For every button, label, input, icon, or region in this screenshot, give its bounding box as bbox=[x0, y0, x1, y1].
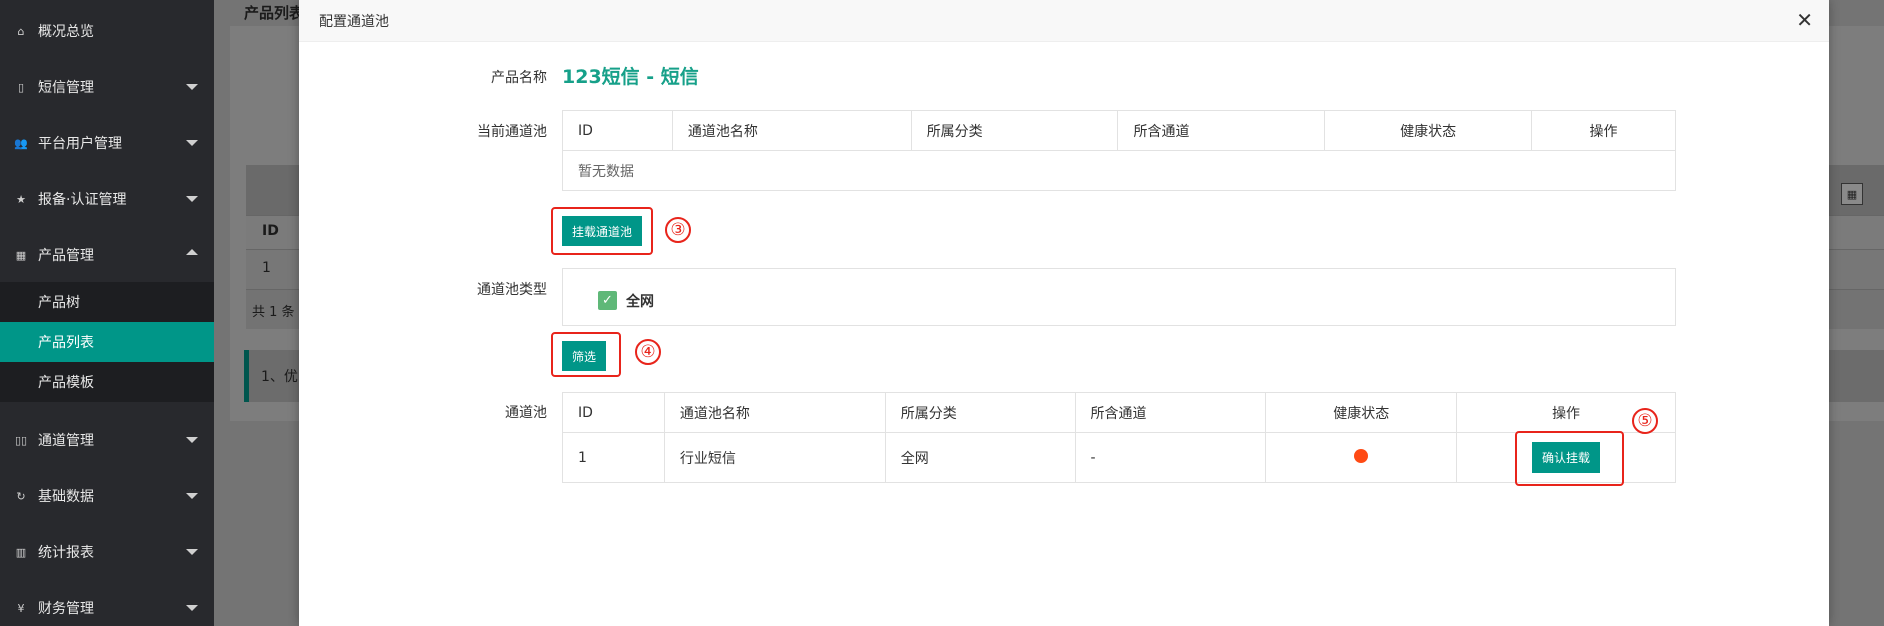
table-header: 通道池名称 bbox=[663, 392, 886, 433]
annotation-number-4: ④ bbox=[635, 339, 661, 365]
grid-icon: ▦ bbox=[15, 248, 27, 262]
refresh-icon: ↻ bbox=[16, 489, 26, 503]
product-name-value: 123短信 - 短信 bbox=[562, 66, 699, 88]
table-header: 健康状态 bbox=[1265, 392, 1458, 433]
sidebar-item-label: 通道管理 bbox=[38, 433, 94, 449]
empty-state-text: 暂无数据 bbox=[562, 150, 1676, 191]
sidebar-item-registration[interactable]: ★ 报备·认证管理 bbox=[0, 171, 214, 227]
pool-type-box bbox=[562, 268, 1676, 326]
table-header: 所含通道 bbox=[1117, 110, 1326, 151]
sidebar-item-overview[interactable]: ⌂ 概况总览 bbox=[0, 3, 214, 59]
table-header: 所属分类 bbox=[884, 392, 1076, 433]
table-header-row: ID 通道池名称 所属分类 所含通道 健康状态 操作 bbox=[562, 110, 1676, 151]
chevron-down-icon bbox=[186, 605, 198, 611]
pool-cell-health bbox=[1265, 432, 1458, 483]
table-header: 操作 bbox=[1531, 110, 1676, 151]
table-row: 1 行业短信 全网 - bbox=[562, 432, 1676, 483]
chevron-down-icon bbox=[186, 84, 198, 90]
chevron-up-icon bbox=[186, 249, 198, 255]
sidebar-item-sms[interactable]: ▯ 短信管理 bbox=[0, 59, 214, 115]
table-header: 通道池名称 bbox=[671, 110, 912, 151]
confirm-mount-button[interactable]: 确认挂载 bbox=[1532, 442, 1600, 473]
pool-label: 通道池 bbox=[505, 405, 547, 421]
annotation-number-3: ③ bbox=[665, 217, 691, 243]
sidebar-subitem-label: 产品列表 bbox=[38, 335, 94, 351]
sidebar-item-label: 财务管理 bbox=[38, 601, 94, 617]
background-footer-count: 共 1 条 bbox=[252, 305, 295, 320]
health-status-dot-icon bbox=[1354, 448, 1369, 463]
pool-cell-channels: - bbox=[1074, 432, 1267, 483]
table-header: 所属分类 bbox=[910, 110, 1119, 151]
pool-type-label: 通道池类型 bbox=[477, 282, 547, 298]
table-header-row: ID 通道池名称 所属分类 所含通道 健康状态 操作 bbox=[562, 392, 1676, 433]
sidebar-item-reports[interactable]: ▥ 统计报表 bbox=[0, 524, 214, 580]
chevron-down-icon bbox=[186, 196, 198, 202]
modal-title: 配置通道池 bbox=[319, 14, 389, 30]
sidebar-subitem-product-tree[interactable]: 产品树 bbox=[0, 282, 214, 322]
sidebar-subitem-product-template[interactable]: 产品模板 bbox=[0, 362, 214, 402]
chevron-down-icon bbox=[186, 437, 198, 443]
table-header: ID bbox=[562, 110, 673, 151]
products-submenu: 产品树 产品列表 产品模板 bbox=[0, 282, 214, 402]
sidebar-item-label: 产品管理 bbox=[38, 248, 94, 264]
table-header: 健康状态 bbox=[1324, 110, 1533, 151]
chevron-down-icon bbox=[186, 140, 198, 146]
filter-button[interactable]: 筛选 bbox=[562, 341, 606, 371]
pool-type-option-label: 全网 bbox=[626, 294, 654, 310]
table-header: ID bbox=[562, 392, 665, 433]
pool-cell-name: 行业短信 bbox=[663, 432, 886, 483]
pool-cell-category: 全网 bbox=[884, 432, 1076, 483]
chevron-down-icon bbox=[186, 549, 198, 555]
sidebar: ⌂ 概况总览 ▯ 短信管理 👥 平台用户管理 ★ 报备·认证管理 ▦ 产品管理 … bbox=[0, 0, 214, 626]
users-icon: 👥 bbox=[14, 136, 28, 150]
sidebar-item-basic-data[interactable]: ↻ 基础数据 bbox=[0, 468, 214, 524]
home-icon: ⌂ bbox=[17, 24, 25, 38]
table-header: 所含通道 bbox=[1074, 392, 1267, 433]
yen-icon: ¥ bbox=[17, 601, 25, 615]
sidebar-subitem-product-list[interactable]: 产品列表 bbox=[0, 322, 214, 362]
sidebar-item-products[interactable]: ▦ 产品管理 bbox=[0, 227, 214, 283]
columns-icon: ▯▯ bbox=[14, 433, 28, 447]
background-row-id: 1 bbox=[262, 260, 271, 276]
sidebar-item-finance[interactable]: ¥ 财务管理 bbox=[0, 580, 214, 626]
sidebar-subitem-label: 产品模板 bbox=[38, 375, 94, 391]
background-header-id: ID bbox=[262, 223, 279, 239]
sidebar-item-label: 报备·认证管理 bbox=[38, 192, 127, 208]
background-tip-text: 1、优 bbox=[261, 369, 298, 385]
chevron-down-icon bbox=[186, 493, 198, 499]
sidebar-item-label: 短信管理 bbox=[38, 80, 94, 96]
table-row: 暂无数据 bbox=[562, 150, 1676, 191]
close-icon[interactable]: ✕ bbox=[1796, 8, 1813, 32]
phone-icon: ▯ bbox=[17, 80, 25, 94]
chart-icon: ▥ bbox=[15, 545, 27, 559]
sidebar-item-platform-users[interactable]: 👥 平台用户管理 bbox=[0, 115, 214, 171]
mount-pool-button[interactable]: 挂载通道池 bbox=[562, 216, 642, 246]
sidebar-item-label: 统计报表 bbox=[38, 545, 94, 561]
sidebar-item-channels[interactable]: ▯▯ 通道管理 bbox=[0, 412, 214, 468]
sidebar-subitem-label: 产品树 bbox=[38, 295, 80, 311]
star-icon: ★ bbox=[16, 192, 26, 206]
sidebar-item-label: 概况总览 bbox=[38, 24, 94, 40]
product-name-label: 产品名称 bbox=[491, 70, 547, 86]
pool-table: ID 通道池名称 所属分类 所含通道 健康状态 操作 1 行业短信 全网 - bbox=[562, 392, 1676, 483]
columns-toggle-icon[interactable]: ▦ bbox=[1841, 183, 1863, 205]
checkbox-checked-icon[interactable]: ✓ bbox=[598, 291, 617, 310]
modal-header: 配置通道池 ✕ bbox=[299, 0, 1829, 42]
current-pool-label: 当前通道池 bbox=[477, 124, 547, 140]
annotation-number-5: ⑤ bbox=[1632, 408, 1658, 434]
page-title: 产品列表 bbox=[244, 4, 305, 22]
pool-cell-id: 1 bbox=[562, 432, 665, 483]
sidebar-item-label: 基础数据 bbox=[38, 489, 94, 505]
sidebar-item-label: 平台用户管理 bbox=[38, 136, 122, 152]
current-pool-table: ID 通道池名称 所属分类 所含通道 健康状态 操作 暂无数据 bbox=[562, 110, 1676, 191]
